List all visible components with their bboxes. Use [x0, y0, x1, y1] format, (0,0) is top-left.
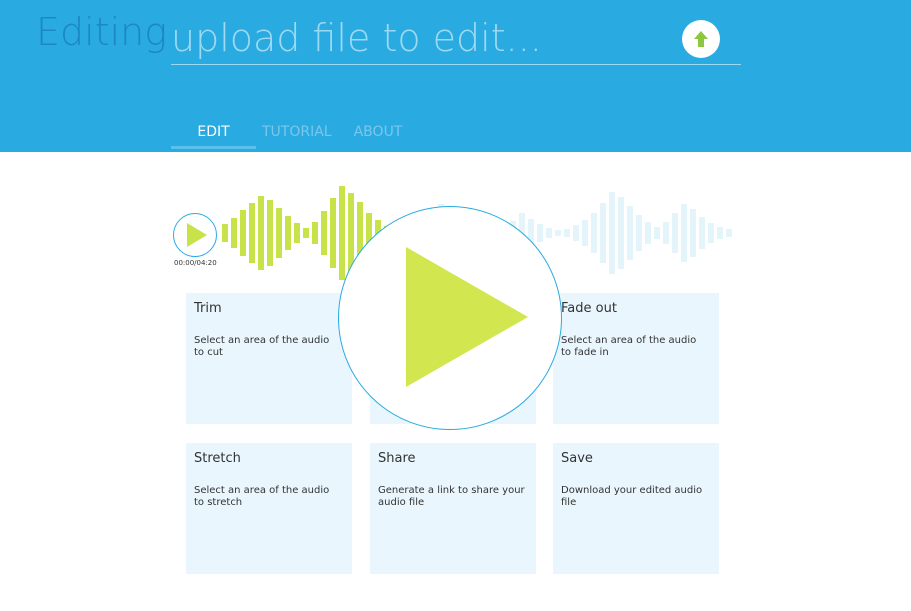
- waveform-bar: [312, 222, 318, 244]
- tool-title: Stretch: [194, 451, 241, 466]
- waveform-bar: [654, 227, 660, 239]
- tool-card-fade-out[interactable]: Fade out Select an area of the audio to …: [553, 293, 719, 424]
- tool-title: Trim: [194, 301, 222, 316]
- tab-about[interactable]: ABOUT: [354, 118, 403, 149]
- waveform-bar: [249, 203, 255, 263]
- waveform-bar: [330, 198, 336, 268]
- upload-button[interactable]: [682, 20, 720, 58]
- waveform-bar: [267, 200, 273, 266]
- waveform-bar: [627, 206, 633, 260]
- waveform-bar: [636, 215, 642, 251]
- arrow-up-icon: [694, 31, 708, 47]
- tool-card-save[interactable]: Save Download your edited audio file: [553, 443, 719, 574]
- play-button[interactable]: [173, 213, 217, 257]
- tool-title: Share: [378, 451, 416, 466]
- tool-card-share[interactable]: Share Generate a link to share your audi…: [370, 443, 536, 574]
- waveform-bar: [645, 222, 651, 244]
- play-icon: [406, 247, 528, 387]
- tab-edit[interactable]: EDIT: [171, 118, 256, 149]
- tool-description: Download your edited audio file: [561, 485, 703, 508]
- file-input[interactable]: [171, 12, 741, 65]
- waveform-bar: [681, 204, 687, 262]
- waveform-bar: [294, 223, 300, 243]
- waveform-bar: [609, 192, 615, 274]
- waveform-bar: [717, 227, 723, 239]
- tool-title: Save: [561, 451, 593, 466]
- app-header: Editing EDIT TUTORIAL ABOUT: [0, 0, 911, 152]
- tool-description: Select an area of the audio to stretch: [194, 485, 330, 508]
- waveform-bar: [240, 210, 246, 256]
- tool-description: Generate a link to share your audio file: [378, 485, 525, 508]
- waveform-bar: [663, 222, 669, 244]
- waveform-bar: [564, 229, 570, 237]
- waveform-bar: [276, 208, 282, 258]
- waveform-bar: [690, 209, 696, 257]
- waveform-bar: [258, 196, 264, 270]
- waveform-bar: [222, 224, 228, 242]
- waveform-bar: [573, 225, 579, 241]
- large-play-button[interactable]: [338, 206, 562, 430]
- waveform-bar: [726, 229, 732, 237]
- waveform-bar: [231, 218, 237, 248]
- play-icon: [187, 223, 207, 247]
- tool-description: Select an area of the audio to fade in: [561, 335, 697, 358]
- waveform-bar: [672, 213, 678, 253]
- waveform-bar: [303, 228, 309, 238]
- tool-card-stretch[interactable]: Stretch Select an area of the audio to s…: [186, 443, 352, 574]
- app-title: Editing: [36, 10, 168, 54]
- waveform-bar: [708, 223, 714, 243]
- waveform-bar: [600, 203, 606, 263]
- waveform-bar: [618, 197, 624, 269]
- tool-title: Fade out: [561, 301, 617, 316]
- waveform-bar: [321, 211, 327, 255]
- waveform-bar: [582, 220, 588, 246]
- waveform-bar: [699, 217, 705, 249]
- waveform-bar: [285, 216, 291, 250]
- tab-bar: EDIT TUTORIAL ABOUT: [171, 118, 402, 149]
- tool-card-trim[interactable]: Trim Select an area of the audio to cut: [186, 293, 352, 424]
- playback-time: 00:00/04:20: [174, 259, 217, 267]
- tool-description: Select an area of the audio to cut: [194, 335, 330, 358]
- tab-tutorial[interactable]: TUTORIAL: [262, 118, 332, 149]
- waveform-bar: [591, 213, 597, 253]
